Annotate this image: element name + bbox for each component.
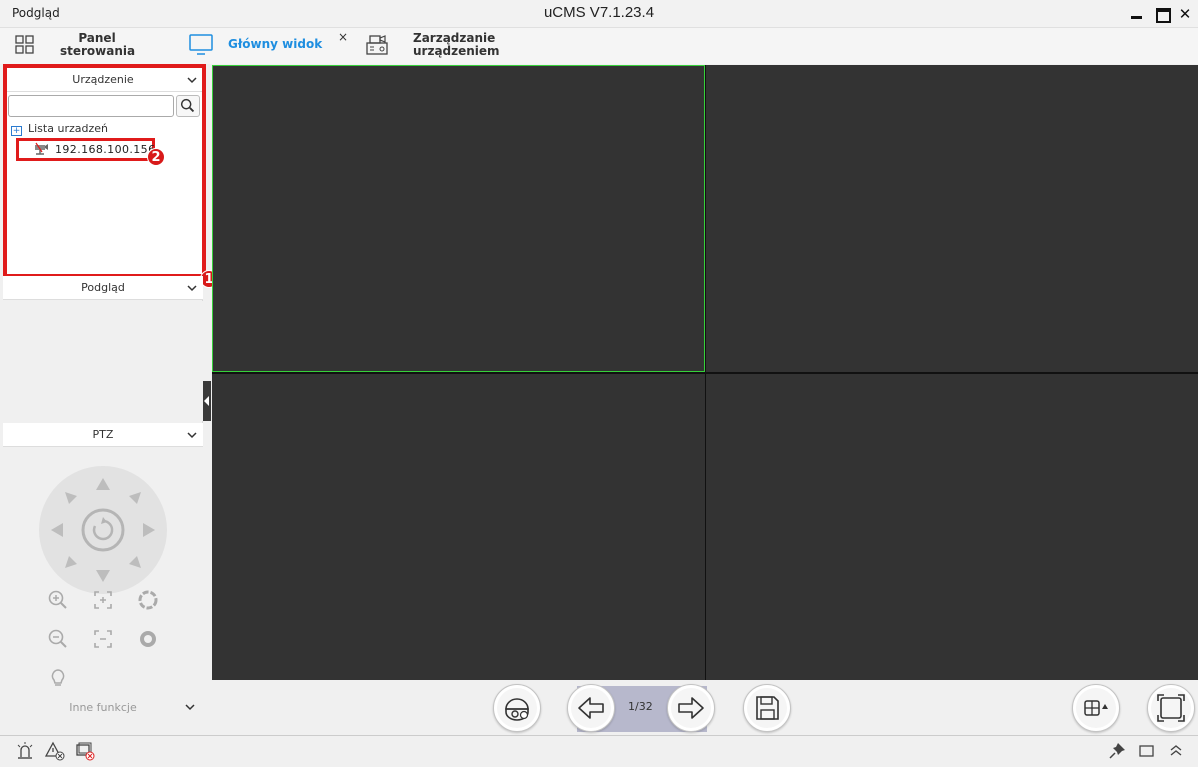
arrow-left-icon [578,697,604,719]
save-icon [756,696,779,720]
ptz-camera-button[interactable] [493,684,541,732]
light-icon[interactable] [47,667,69,689]
window-icon[interactable] [1137,741,1157,761]
sidebar-collapse-handle[interactable] [203,381,211,421]
ptz-section-header[interactable]: PTZ [3,423,203,447]
fullscreen-button[interactable] [1147,684,1195,732]
ptz-section-title: PTZ [92,428,114,441]
pin-icon[interactable] [1107,741,1127,761]
iris-close-icon[interactable] [137,628,159,650]
close-button[interactable]: ✕ [1176,5,1194,23]
tab-close-icon[interactable]: × [338,30,348,44]
video-cell-3[interactable] [212,374,705,680]
layout-button[interactable] [1072,684,1120,732]
zoom-in-icon[interactable] [47,589,69,611]
tab-device-management[interactable]: Zarządzanie urządzeniem [360,28,540,64]
title-bar: Podgląd uCMS V7.1.23.4 ✕ [0,0,1198,28]
chevron-down-icon[interactable] [185,702,195,712]
tab-bar: Panel sterowania Główny widok × Zarządza… [0,28,1198,64]
tab-main-view-label: Główny widok [228,37,323,51]
previous-page-button[interactable] [567,684,615,732]
page-indicator: 1/32 [628,700,653,713]
tab-control-panel-line2: sterowania [60,44,136,58]
video-cell-4[interactable] [706,374,1198,680]
focus-out-icon[interactable] [92,628,114,650]
chevron-down-icon[interactable] [187,283,197,293]
preview-section-title: Podgląd [81,281,125,294]
status-bar [0,735,1198,767]
next-page-button[interactable] [667,684,715,732]
tab-main-view[interactable]: Główny widok × [180,28,360,64]
ptz-camera-icon [505,698,529,721]
grid-icon [15,35,34,54]
device-section-highlight [3,64,206,278]
preview-area [3,301,203,421]
alarm-icon[interactable] [15,741,35,761]
iris-open-icon[interactable] [137,589,159,611]
collapse-up-icon[interactable] [1166,741,1186,761]
layout-icon [1084,700,1108,716]
chevron-down-icon[interactable] [187,430,197,440]
focus-in-icon[interactable] [92,589,114,611]
fullscreen-icon [1157,694,1185,722]
app-title: uCMS V7.1.23.4 [543,4,655,21]
tab-device-line2: urządzeniem [413,44,500,58]
tab-device-management-label: Zarządzanie urządzeniem [413,32,500,58]
more-functions-label[interactable]: Inne funkcje [3,701,203,714]
device-manage-icon [366,35,388,55]
tab-control-panel[interactable]: Panel sterowania [0,28,170,64]
video-cell-2[interactable] [706,65,1198,372]
zoom-out-icon[interactable] [47,628,69,650]
left-panel: Urządzenie + Lista urzadzeń 192.168.100.1… [3,64,218,734]
ptz-arrows-icon [51,478,155,582]
preview-section-header[interactable]: Podgląd [3,276,203,300]
maximize-button[interactable] [1153,5,1171,23]
tab-control-panel-label: Panel sterowania [60,32,136,58]
arrow-right-icon [678,697,704,719]
alert-icon[interactable] [45,741,65,761]
app-window: Podgląd uCMS V7.1.23.4 ✕ Panel sterowani… [0,0,1198,767]
image-alert-icon[interactable] [75,741,95,761]
video-cell-1[interactable] [212,65,705,372]
ptz-direction-wheel[interactable] [39,466,167,594]
minimize-button[interactable] [1128,5,1146,23]
video-grid [212,65,1198,680]
monitor-icon [189,34,213,55]
save-button[interactable] [743,684,791,732]
